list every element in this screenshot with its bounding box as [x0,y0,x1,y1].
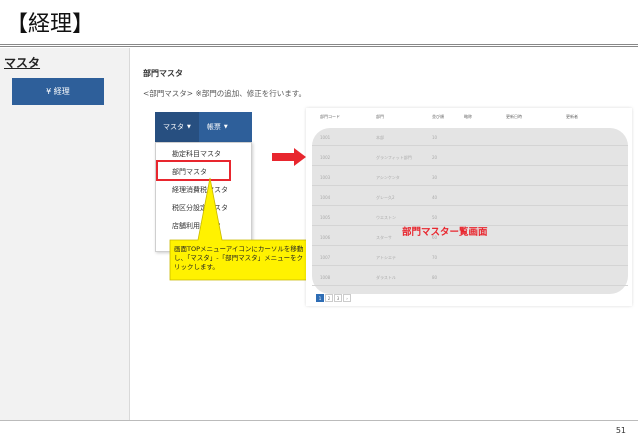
column-header: 部門コード [320,114,340,119]
sidebar-heading[interactable]: マスタ [4,54,40,71]
row-code: 1002 [320,155,331,160]
next-page-button[interactable]: › [343,294,351,302]
top-menu-bar: マスタ ▼ 帳票 ▼ [155,112,252,142]
page-2-button[interactable]: 2 [325,294,333,302]
row-code: 1003 [320,175,331,180]
page-title: 部門マスタ [143,69,183,78]
slide-title: 【経理】 [6,12,95,37]
dropdown-item-store-master[interactable]: 店舗利用マスタ [172,221,221,231]
page-description: <部門マスタ> ※部門の追加、修正を行います。 [143,89,306,98]
row-code: 1006 [320,235,331,240]
page-3-button[interactable]: 3 [334,294,342,302]
row-code: 1005 [320,215,331,220]
row-name: ダラストル [376,275,396,280]
dropdown-item-tax-master[interactable]: 経理消費税マスタ [172,185,228,195]
table-row[interactable]: 1003 アシンケンタ 30 [312,170,628,186]
row-name: グレー久2 [376,195,395,200]
chevron-down-icon: ▼ [187,124,191,130]
table-row[interactable]: 1004 グレー久2 40 [312,190,628,206]
chevron-down-icon: ▼ [223,124,228,130]
page-1-button[interactable]: 1 [316,294,324,302]
row-order: 80 [432,275,438,280]
dropdown-item-tax-category-master[interactable]: 税区分設定マスタ [172,203,228,213]
grid-header: 部門コード 部門 並び順 略称 更新日時 更新者 [316,114,630,126]
highlight-box [156,160,231,181]
page-number: 51 [615,426,626,435]
department-list-screenshot: 部門コード 部門 並び順 略称 更新日時 更新者 1001 本部 10 1002… [306,108,632,306]
row-order: 50 [432,215,438,220]
table-row[interactable]: 1002 グランフィット部門 20 [312,150,628,166]
row-name: 本部 [376,135,384,140]
column-header: 更新日時 [506,114,522,119]
menu-reports[interactable]: 帳票 ▼ [199,112,236,142]
table-row[interactable]: 1007 アトシエテ 70 [312,250,628,266]
column-header: 略称 [464,114,472,119]
pagination: 1 2 3 › [316,294,351,302]
row-code: 1001 [320,135,331,140]
master-dropdown-menu: 勘定科目マスタ 部門マスタ 経理消費税マスタ 税区分設定マスタ 店舗利用マスタ … [155,142,252,252]
table-row[interactable]: 1001 本部 10 [312,130,628,146]
menu-master[interactable]: マスタ ▼ [155,112,199,142]
menu-reports-label: 帳票 [206,123,221,131]
column-header: 並び順 [432,114,444,119]
arrow-right-icon [272,148,306,166]
title-divider [0,44,638,47]
row-code: 1007 [320,255,331,260]
menu-master-label: マスタ [163,123,184,131]
table-row[interactable]: 1008 ダラストル 80 [312,270,628,286]
row-name: グランフィット部門 [376,155,412,160]
column-header: 部門 [376,114,384,119]
column-header: 更新者 [566,114,578,119]
dropdown-item-account-master[interactable]: 勘定科目マスタ [172,149,221,159]
row-order: 70 [432,255,438,260]
sidebar-accounting-button[interactable]: ¥ 経理 [12,78,104,105]
footer-divider [0,420,638,421]
row-name: スターサ [376,235,392,240]
row-order: 10 [432,135,438,140]
callout-text: 画面TOPメニューアイコンにカーソルを移動し、「マスタ」-「部門マスタ」メニュー… [174,245,304,271]
screen-label: 部門マスター覧画面 [402,227,488,238]
row-order: 30 [432,175,438,180]
row-order: 20 [432,155,438,160]
row-name: アシンケンタ [376,175,400,180]
row-name: アトシエテ [376,255,396,260]
row-name: ウエストン [376,215,396,220]
row-code: 1004 [320,195,331,200]
row-code: 1008 [320,275,331,280]
row-order: 40 [432,195,438,200]
sidebar: マスタ ¥ 経理 [0,48,130,420]
